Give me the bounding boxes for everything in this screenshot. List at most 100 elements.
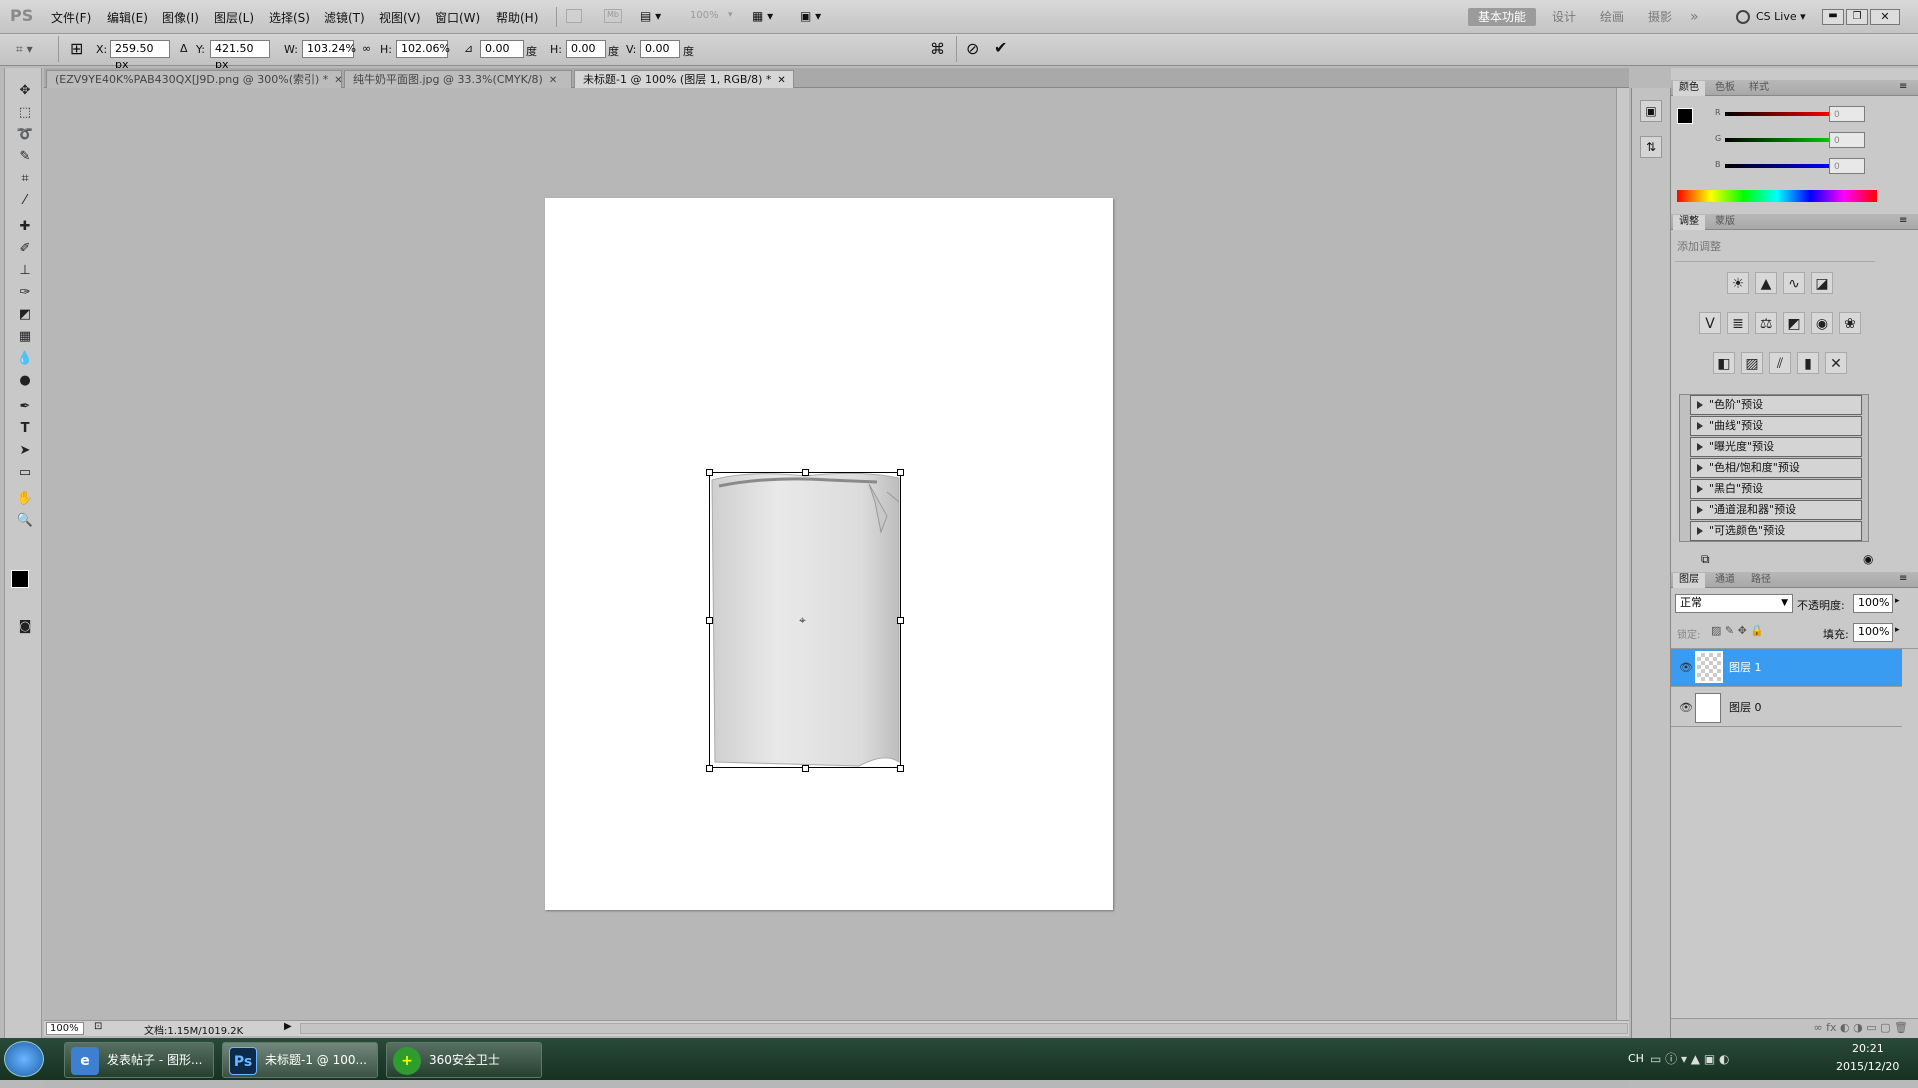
taskbar-item-360[interactable]: + 360安全卫士: [386, 1042, 542, 1078]
eye-icon[interactable]: 👁: [1679, 649, 1693, 687]
taskbar-item-ie[interactable]: e 发表帖子 - 图形...: [64, 1042, 214, 1078]
warp-mode-icon[interactable]: ⌘: [930, 40, 945, 58]
vskew-input[interactable]: 0.00: [640, 40, 680, 58]
view-extras-dropdown[interactable]: ▤ ▾: [640, 9, 668, 24]
transform-handle-top[interactable]: [802, 469, 809, 476]
adjustment-layer-icon[interactable]: ⧉: [1701, 552, 1710, 567]
dodge-tool-icon[interactable]: ●: [15, 372, 35, 390]
transform-handle-right[interactable]: [897, 617, 904, 624]
marquee-tool-icon[interactable]: ⬚: [15, 104, 35, 122]
healing-brush-tool-icon[interactable]: ✚: [15, 218, 35, 236]
hand-tool-icon[interactable]: ✋: [15, 490, 35, 508]
preset-selective-color[interactable]: "可选颜色"预设: [1690, 521, 1862, 541]
layer-row-1[interactable]: 👁 图层 1: [1671, 649, 1902, 687]
gradient-map-icon[interactable]: ▮: [1797, 352, 1819, 374]
menu-edit[interactable]: 编辑(E): [107, 9, 148, 26]
eraser-tool-icon[interactable]: ◩: [15, 306, 35, 324]
exposure-icon[interactable]: ◪: [1811, 272, 1833, 294]
eye-icon[interactable]: 👁: [1679, 689, 1693, 727]
workspace-design[interactable]: 设计: [1542, 8, 1586, 26]
tab-document-3-active[interactable]: 未标题-1 @ 100% (图层 1, RGB/8) * ✕: [574, 70, 794, 88]
tab-adjustments[interactable]: 调整: [1673, 215, 1705, 230]
workspace-painting[interactable]: 绘画: [1590, 8, 1634, 26]
history-panel-icon[interactable]: ▣: [1640, 100, 1662, 122]
type-tool-icon[interactable]: T: [15, 420, 35, 438]
opacity-arrow-icon[interactable]: ▸: [1895, 596, 1900, 606]
zoom-dropdown[interactable]: 100%: [690, 10, 719, 21]
threshold-icon[interactable]: ⫽: [1769, 352, 1791, 374]
opacity-input[interactable]: 100%: [1853, 594, 1893, 613]
transform-handle-bottom-right[interactable]: [897, 765, 904, 772]
brightness-icon[interactable]: ☀: [1727, 272, 1749, 294]
menu-layer[interactable]: 图层(L): [214, 9, 254, 26]
menu-select[interactable]: 选择(S): [269, 9, 310, 26]
tab-channels[interactable]: 通道: [1709, 573, 1741, 588]
tab-swatches[interactable]: 色板: [1709, 81, 1741, 96]
panel-menu-icon[interactable]: ≡: [1899, 215, 1907, 226]
tab-paths[interactable]: 路径: [1745, 573, 1777, 588]
panel-menu-icon[interactable]: ≡: [1899, 573, 1907, 584]
menu-window[interactable]: 窗口(W): [435, 9, 480, 26]
color-foreground-swatch[interactable]: [1677, 108, 1693, 124]
relative-position-icon[interactable]: Δ: [180, 42, 188, 55]
tray-icons[interactable]: ▭ ⓘ ▾ ▲ ▣ ◐: [1650, 1050, 1729, 1067]
actions-panel-icon[interactable]: ⇅: [1640, 136, 1662, 158]
preset-channel-mixer[interactable]: "通道混和器"预设: [1690, 500, 1862, 520]
b-slider[interactable]: [1725, 164, 1831, 168]
menu-help[interactable]: 帮助(H): [496, 9, 538, 26]
b-input[interactable]: 0: [1829, 158, 1865, 174]
cslive-button[interactable]: CS Live ▾: [1756, 10, 1806, 23]
link-icon[interactable]: ∞: [362, 42, 371, 55]
brush-tool-icon[interactable]: ✐: [15, 240, 35, 258]
rectangle-tool-icon[interactable]: ▭: [15, 464, 35, 482]
panel-menu-icon[interactable]: ≡: [1899, 81, 1907, 92]
arrange-documents-dropdown[interactable]: ▦ ▾: [752, 9, 773, 23]
preset-hue-saturation[interactable]: "色相/饱和度"预设: [1690, 458, 1862, 478]
eyedropper-tool-icon[interactable]: ⁄: [15, 192, 35, 210]
width-input[interactable]: 103.24%: [302, 40, 356, 58]
preset-levels[interactable]: "色阶"预设: [1690, 395, 1862, 415]
pen-tool-icon[interactable]: ✒: [15, 398, 35, 416]
preset-curves[interactable]: "曲线"预设: [1690, 416, 1862, 436]
tool-preset-picker[interactable]: ⌗ ▾: [16, 42, 40, 58]
cancel-transform-icon[interactable]: ⊘: [966, 39, 979, 58]
commit-transform-icon[interactable]: ✔: [994, 38, 1007, 57]
visibility-clip-icon[interactable]: ◉: [1863, 552, 1873, 566]
g-input[interactable]: 0: [1829, 132, 1865, 148]
hskew-input[interactable]: 0.00: [566, 40, 606, 58]
blur-tool-icon[interactable]: 💧: [15, 350, 35, 368]
foreground-color-swatch[interactable]: [11, 570, 29, 588]
selective-color-icon[interactable]: ✕: [1825, 352, 1847, 374]
reference-point-icon[interactable]: ⊞: [70, 40, 90, 60]
x-input[interactable]: 259.50 px: [110, 40, 170, 71]
taskbar-item-photoshop[interactable]: Ps 未标题-1 @ 100...: [222, 1042, 378, 1078]
transform-handle-bottom-left[interactable]: [706, 765, 713, 772]
hue-saturation-icon[interactable]: ≣: [1727, 312, 1749, 334]
tab-document-1[interactable]: (EZV9YE40K%PAB430QX[J9D.png @ 300%(索引) *…: [46, 70, 343, 88]
close-icon[interactable]: ✕: [549, 72, 557, 89]
mini-bridge-icon[interactable]: Mb: [604, 9, 622, 23]
quick-select-tool-icon[interactable]: ✎: [15, 148, 35, 166]
workspace-more[interactable]: »: [1680, 8, 1709, 26]
preset-black-white[interactable]: "黑白"预设: [1690, 479, 1862, 499]
menu-filter[interactable]: 滤镜(T): [324, 9, 365, 26]
lasso-tool-icon[interactable]: ➰: [15, 126, 35, 144]
r-slider[interactable]: [1725, 112, 1831, 116]
transform-handle-left[interactable]: [706, 617, 713, 624]
menu-view[interactable]: 视图(V): [379, 9, 421, 26]
gradient-tool-icon[interactable]: ▦: [15, 328, 35, 346]
quick-mask-icon[interactable]: ◙: [15, 618, 35, 636]
zoom-level-field[interactable]: 100%: [46, 1022, 84, 1035]
menu-file[interactable]: 文件(F): [51, 9, 91, 26]
horizontal-scrollbar[interactable]: [300, 1023, 1628, 1034]
menu-image[interactable]: 图像(I): [162, 9, 199, 26]
preset-exposure[interactable]: "曝光度"预设: [1690, 437, 1862, 457]
layer-row-0[interactable]: 👁 图层 0: [1671, 689, 1902, 727]
photo-filter-icon[interactable]: ◉: [1811, 312, 1833, 334]
lock-icons[interactable]: ▨ ✎ ✥ 🔒: [1711, 624, 1764, 637]
workspace-photography[interactable]: 摄影: [1638, 8, 1682, 26]
status-menu-arrow-icon[interactable]: ▶: [284, 1021, 292, 1032]
invert-icon[interactable]: ◧: [1713, 352, 1735, 374]
channel-mixer-icon[interactable]: ❀: [1839, 312, 1861, 334]
layers-panel-footer-icons[interactable]: ∞ fx ◐ ◑ ▭ ▢ 🗑: [1671, 1018, 1918, 1038]
